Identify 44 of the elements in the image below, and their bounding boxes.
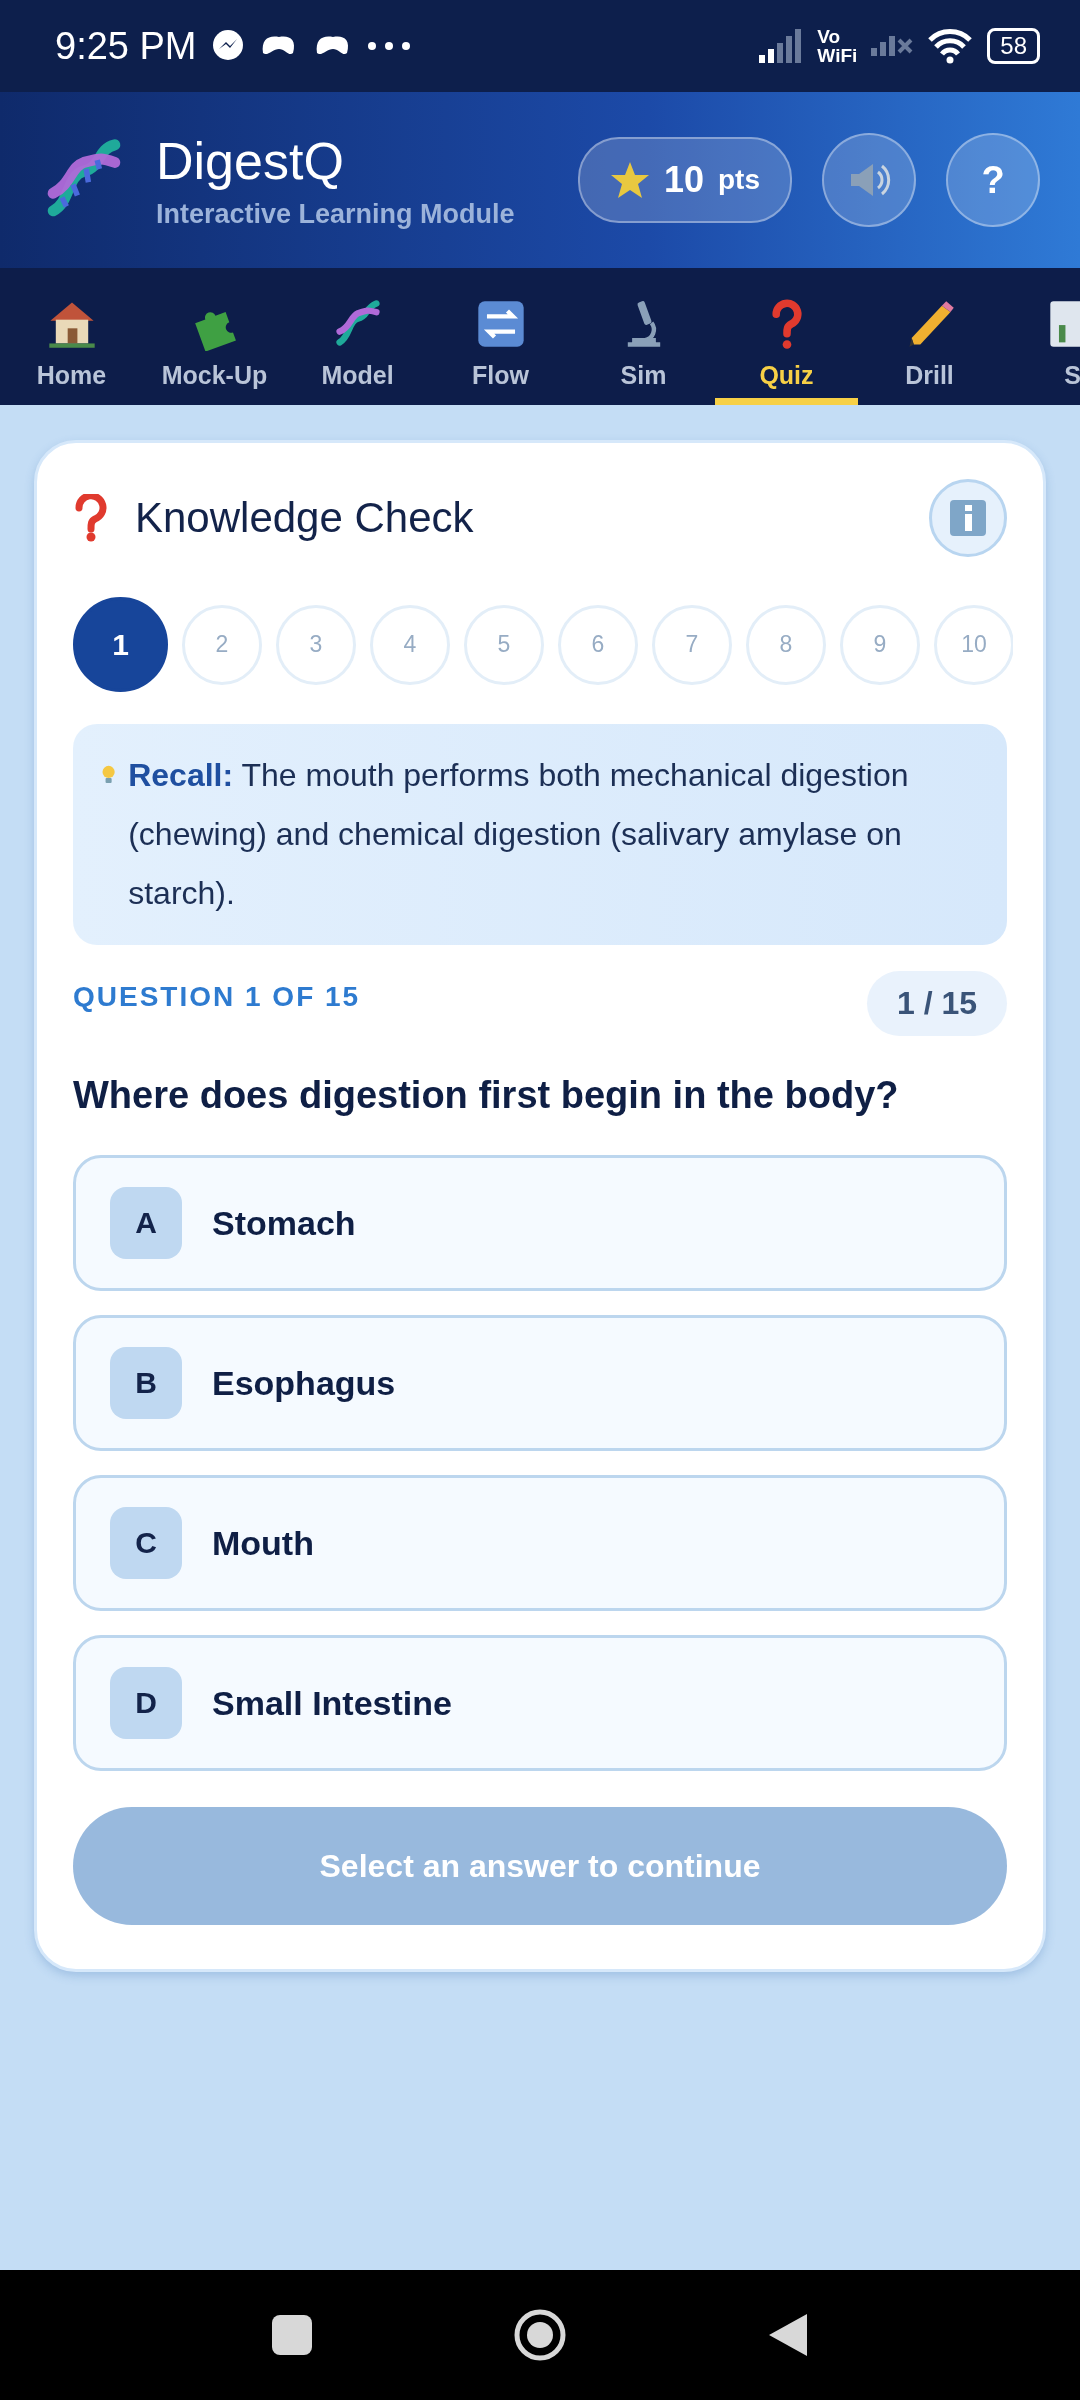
- option-text: Small Intestine: [212, 1683, 452, 1723]
- more-icon: [366, 41, 411, 51]
- option-letter: B: [110, 1347, 182, 1419]
- help-button[interactable]: ?: [946, 133, 1040, 227]
- home-icon[interactable]: [513, 2308, 567, 2362]
- vowifi-label: Vo WiFi: [817, 27, 858, 65]
- option-letter: C: [110, 1507, 182, 1579]
- nav-tab[interactable]: Home: [0, 268, 143, 405]
- nav-tab[interactable]: Flow: [429, 268, 572, 405]
- signal-icon: [871, 36, 914, 56]
- question-text: Where does digestion first begin in the body?: [73, 1074, 900, 1117]
- nav-tab[interactable]: S: [1001, 268, 1080, 405]
- option-letter: A: [110, 1187, 182, 1259]
- app-subtitle: Interactive Learning Module: [156, 198, 516, 230]
- star-icon: [609, 160, 650, 200]
- info-icon: [948, 498, 988, 538]
- question-label: QUESTION 1 OF 15: [73, 981, 361, 1013]
- points-badge: 10 pts: [577, 137, 792, 223]
- answer-option[interactable]: C Mouth: [73, 1475, 1007, 1611]
- question-counter: 1 / 15: [866, 971, 1007, 1036]
- nav-tab[interactable]: Model: [286, 268, 429, 405]
- clock: 9:25 PM: [55, 24, 197, 68]
- answer-option[interactable]: A Stomach: [73, 1155, 1007, 1291]
- question-mark-icon: [73, 494, 109, 542]
- nav-tab[interactable]: Quiz: [715, 268, 858, 405]
- messenger-icon: [210, 29, 245, 63]
- hint-text: Recall: The mouth performs both mechanical digestion (chewing) and chemical digestion (salivary amylase on starch).: [128, 756, 910, 913]
- option-text: Stomach: [212, 1203, 356, 1243]
- answer-option[interactable]: B Esophagus: [73, 1315, 1007, 1451]
- option-letter: D: [110, 1667, 182, 1739]
- signal-icon: [759, 29, 804, 63]
- battery-indicator: 58: [987, 28, 1040, 64]
- nav-tab[interactable]: Mock-Up: [143, 268, 286, 405]
- option-text: Esophagus: [212, 1363, 396, 1403]
- recents-icon[interactable]: [271, 2314, 313, 2356]
- card-title: Knowledge Check: [135, 494, 475, 542]
- app-title: DigestQ: [156, 130, 345, 191]
- wifi-icon: [927, 28, 974, 64]
- back-icon[interactable]: [767, 2312, 809, 2358]
- nav-tab[interactable]: Sim: [572, 268, 715, 405]
- answer-option[interactable]: D Small Intestine: [73, 1635, 1007, 1771]
- nav-tab[interactable]: Drill: [858, 268, 1001, 405]
- question-step[interactable]: 1: [73, 597, 168, 692]
- option-text: Mouth: [212, 1523, 314, 1563]
